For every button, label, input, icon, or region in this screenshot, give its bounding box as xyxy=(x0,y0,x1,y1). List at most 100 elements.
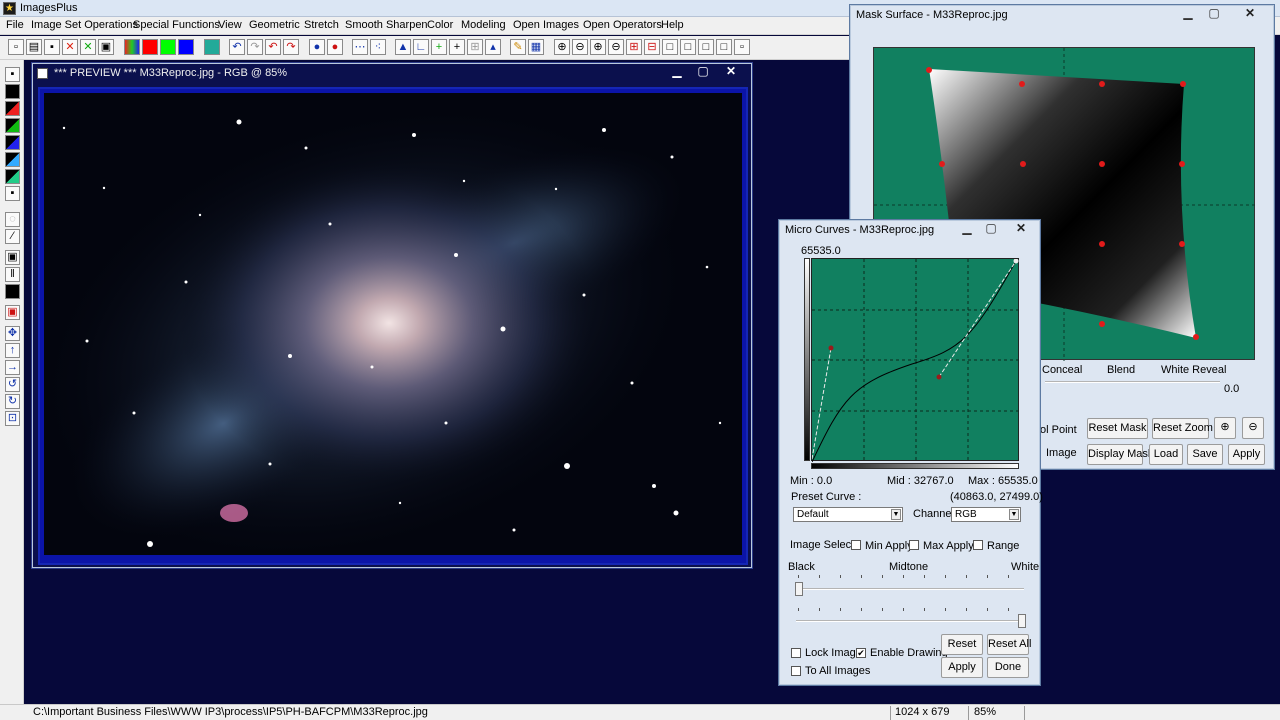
preview-minimize-icon[interactable]: ▁ xyxy=(665,64,689,79)
menu-file[interactable]: File xyxy=(6,19,24,31)
menu-view[interactable]: View xyxy=(218,19,242,31)
rotate-left-icon[interactable]: ↺ xyxy=(5,377,20,392)
lasso-icon[interactable]: ◌ xyxy=(5,212,20,227)
zoom-in-icon[interactable]: ⊕ xyxy=(554,39,570,55)
undo-icon[interactable]: ↶ xyxy=(229,39,245,55)
mask-slider-track[interactable] xyxy=(1045,381,1220,383)
grid-light-icon[interactable]: ⊞ xyxy=(467,39,483,55)
menu-geometric[interactable]: Geometric xyxy=(249,19,300,31)
galaxy-image[interactable] xyxy=(44,93,742,555)
black-slider-track[interactable] xyxy=(796,588,1024,590)
to-all-images-checkbox[interactable] xyxy=(791,666,801,676)
copy-icon[interactable]: ▣ xyxy=(98,39,114,55)
display-mask-button[interactable]: Display Mask xyxy=(1087,444,1153,465)
green-channel-icon[interactable] xyxy=(160,39,176,55)
undo-all-icon[interactable]: ↶ xyxy=(265,39,281,55)
black-slider-thumb[interactable] xyxy=(795,582,803,596)
close-all-icon[interactable]: ✕ xyxy=(80,39,96,55)
frame-2-icon[interactable]: □ xyxy=(680,39,696,55)
reset-zoom-button[interactable]: Reset Zoom xyxy=(1152,418,1213,439)
grid-icon[interactable] xyxy=(204,39,220,55)
camera-icon[interactable]: ▴ xyxy=(485,39,501,55)
flip-icon[interactable]: ⊡ xyxy=(5,411,20,426)
remove-frame-icon[interactable]: ⊟ xyxy=(644,39,660,55)
white-slider-track[interactable] xyxy=(796,620,1024,622)
open-icon[interactable]: ▤ xyxy=(26,39,42,55)
add-frame-icon[interactable]: ⊞ xyxy=(626,39,642,55)
dotted-line-icon[interactable]: ⋯ xyxy=(352,39,368,55)
reset-mask-button[interactable]: Reset Mask xyxy=(1087,418,1148,439)
white-slider-thumb[interactable] xyxy=(1018,614,1026,628)
lock-image-checkbox[interactable] xyxy=(791,648,801,658)
pencil-icon[interactable]: ✎ xyxy=(510,39,526,55)
micro-maximize-icon[interactable]: ▢ xyxy=(979,221,1003,236)
brush-icon[interactable]: ⁄ xyxy=(5,229,20,244)
red-select-icon[interactable]: ▣ xyxy=(5,305,20,320)
table-icon[interactable]: ▦ xyxy=(528,39,544,55)
new-icon[interactable]: ▫ xyxy=(8,39,24,55)
crosshair-green-icon[interactable]: + xyxy=(431,39,447,55)
rgb-channels-icon[interactable] xyxy=(124,39,140,55)
blue-channel-icon[interactable] xyxy=(178,39,194,55)
levels-icon[interactable]: ‖ xyxy=(5,267,20,282)
micro-curve-plot[interactable] xyxy=(811,258,1020,463)
select-rect-icon[interactable]: ▣ xyxy=(5,250,20,265)
blue-swatch-icon[interactable] xyxy=(5,135,20,150)
menu-open-operators[interactable]: Open Operators xyxy=(583,19,662,31)
scatter-icon[interactable]: ⁖ xyxy=(370,39,386,55)
menu-special-functions[interactable]: Special Functions xyxy=(133,19,220,31)
frame-4-icon[interactable]: □ xyxy=(716,39,732,55)
preview-close-icon[interactable]: ✕ xyxy=(719,64,743,79)
frame-3-icon[interactable]: □ xyxy=(698,39,714,55)
menu-smooth-sharpen[interactable]: Smooth Sharpen xyxy=(345,19,428,31)
green-swatch-icon[interactable] xyxy=(5,118,20,133)
micro-reset-all-button[interactable]: Reset All xyxy=(987,634,1031,655)
save-icon[interactable]: ▪ xyxy=(44,39,60,55)
menu-open-images[interactable]: Open Images xyxy=(513,19,579,31)
menu-color[interactable]: Color xyxy=(427,19,453,31)
micro-minimize-icon[interactable]: ▁ xyxy=(955,221,979,236)
micro-apply-button[interactable]: Apply xyxy=(941,657,983,678)
mask-zoom-in-icon[interactable]: ⊕ xyxy=(1214,417,1236,439)
menu-stretch[interactable]: Stretch xyxy=(304,19,339,31)
red-swatch-icon[interactable] xyxy=(5,101,20,116)
menu-help[interactable]: Help xyxy=(661,19,684,31)
close-image-icon[interactable]: ✕ xyxy=(62,39,78,55)
cyan-swatch-icon[interactable] xyxy=(5,152,20,167)
micro-done-button[interactable]: Done xyxy=(987,657,1029,678)
rotate-right-icon[interactable]: ↻ xyxy=(5,394,20,409)
histogram-icon[interactable]: ▲ xyxy=(395,39,411,55)
move-icon[interactable]: ✥ xyxy=(5,326,20,341)
zoom-out-icon[interactable]: ⊖ xyxy=(572,39,588,55)
mask-zoom-out-icon[interactable]: ⊖ xyxy=(1242,417,1264,439)
teal-swatch-icon[interactable] xyxy=(5,169,20,184)
red-channel-icon[interactable] xyxy=(142,39,158,55)
channel-select[interactable]: RGB ▼ xyxy=(951,507,1021,522)
range-checkbox[interactable] xyxy=(973,540,983,550)
zoom-fit-icon[interactable]: ⊕ xyxy=(590,39,606,55)
save-tool-icon[interactable]: ▪ xyxy=(5,67,20,82)
crosshair-icon[interactable]: + xyxy=(449,39,465,55)
min-apply-checkbox[interactable] xyxy=(851,540,861,550)
mask-maximize-icon[interactable]: ▢ xyxy=(1202,6,1226,21)
arrow-right-icon[interactable]: → xyxy=(5,360,20,375)
enable-drawing-checkbox[interactable]: ✔ xyxy=(856,648,866,658)
frame-5-icon[interactable]: ▫ xyxy=(734,39,750,55)
menu-modeling[interactable]: Modeling xyxy=(461,19,506,31)
arrow-up-icon[interactable]: ↑ xyxy=(5,343,20,358)
mask-load-button[interactable]: Load xyxy=(1149,444,1183,465)
preset-curve-select[interactable]: Default ▼ xyxy=(793,507,903,522)
black-square-icon[interactable]: ▪ xyxy=(5,186,20,201)
mask-close-icon[interactable]: ✕ xyxy=(1232,6,1268,21)
black-swatch-icon[interactable] xyxy=(5,84,20,99)
axes-icon[interactable]: ∟ xyxy=(413,39,429,55)
frame-1-icon[interactable]: □ xyxy=(662,39,678,55)
dot-red-icon[interactable]: ● xyxy=(327,39,343,55)
mask-apply-button[interactable]: Apply xyxy=(1228,444,1265,465)
preview-maximize-icon[interactable]: ▢ xyxy=(691,64,715,79)
max-apply-checkbox[interactable] xyxy=(909,540,919,550)
menu-image-set-operations[interactable]: Image Set Operations xyxy=(31,19,138,31)
mask-minimize-icon[interactable]: ▁ xyxy=(1176,6,1200,21)
micro-close-icon[interactable]: ✕ xyxy=(1005,221,1037,236)
micro-reset-button[interactable]: Reset xyxy=(941,634,983,655)
